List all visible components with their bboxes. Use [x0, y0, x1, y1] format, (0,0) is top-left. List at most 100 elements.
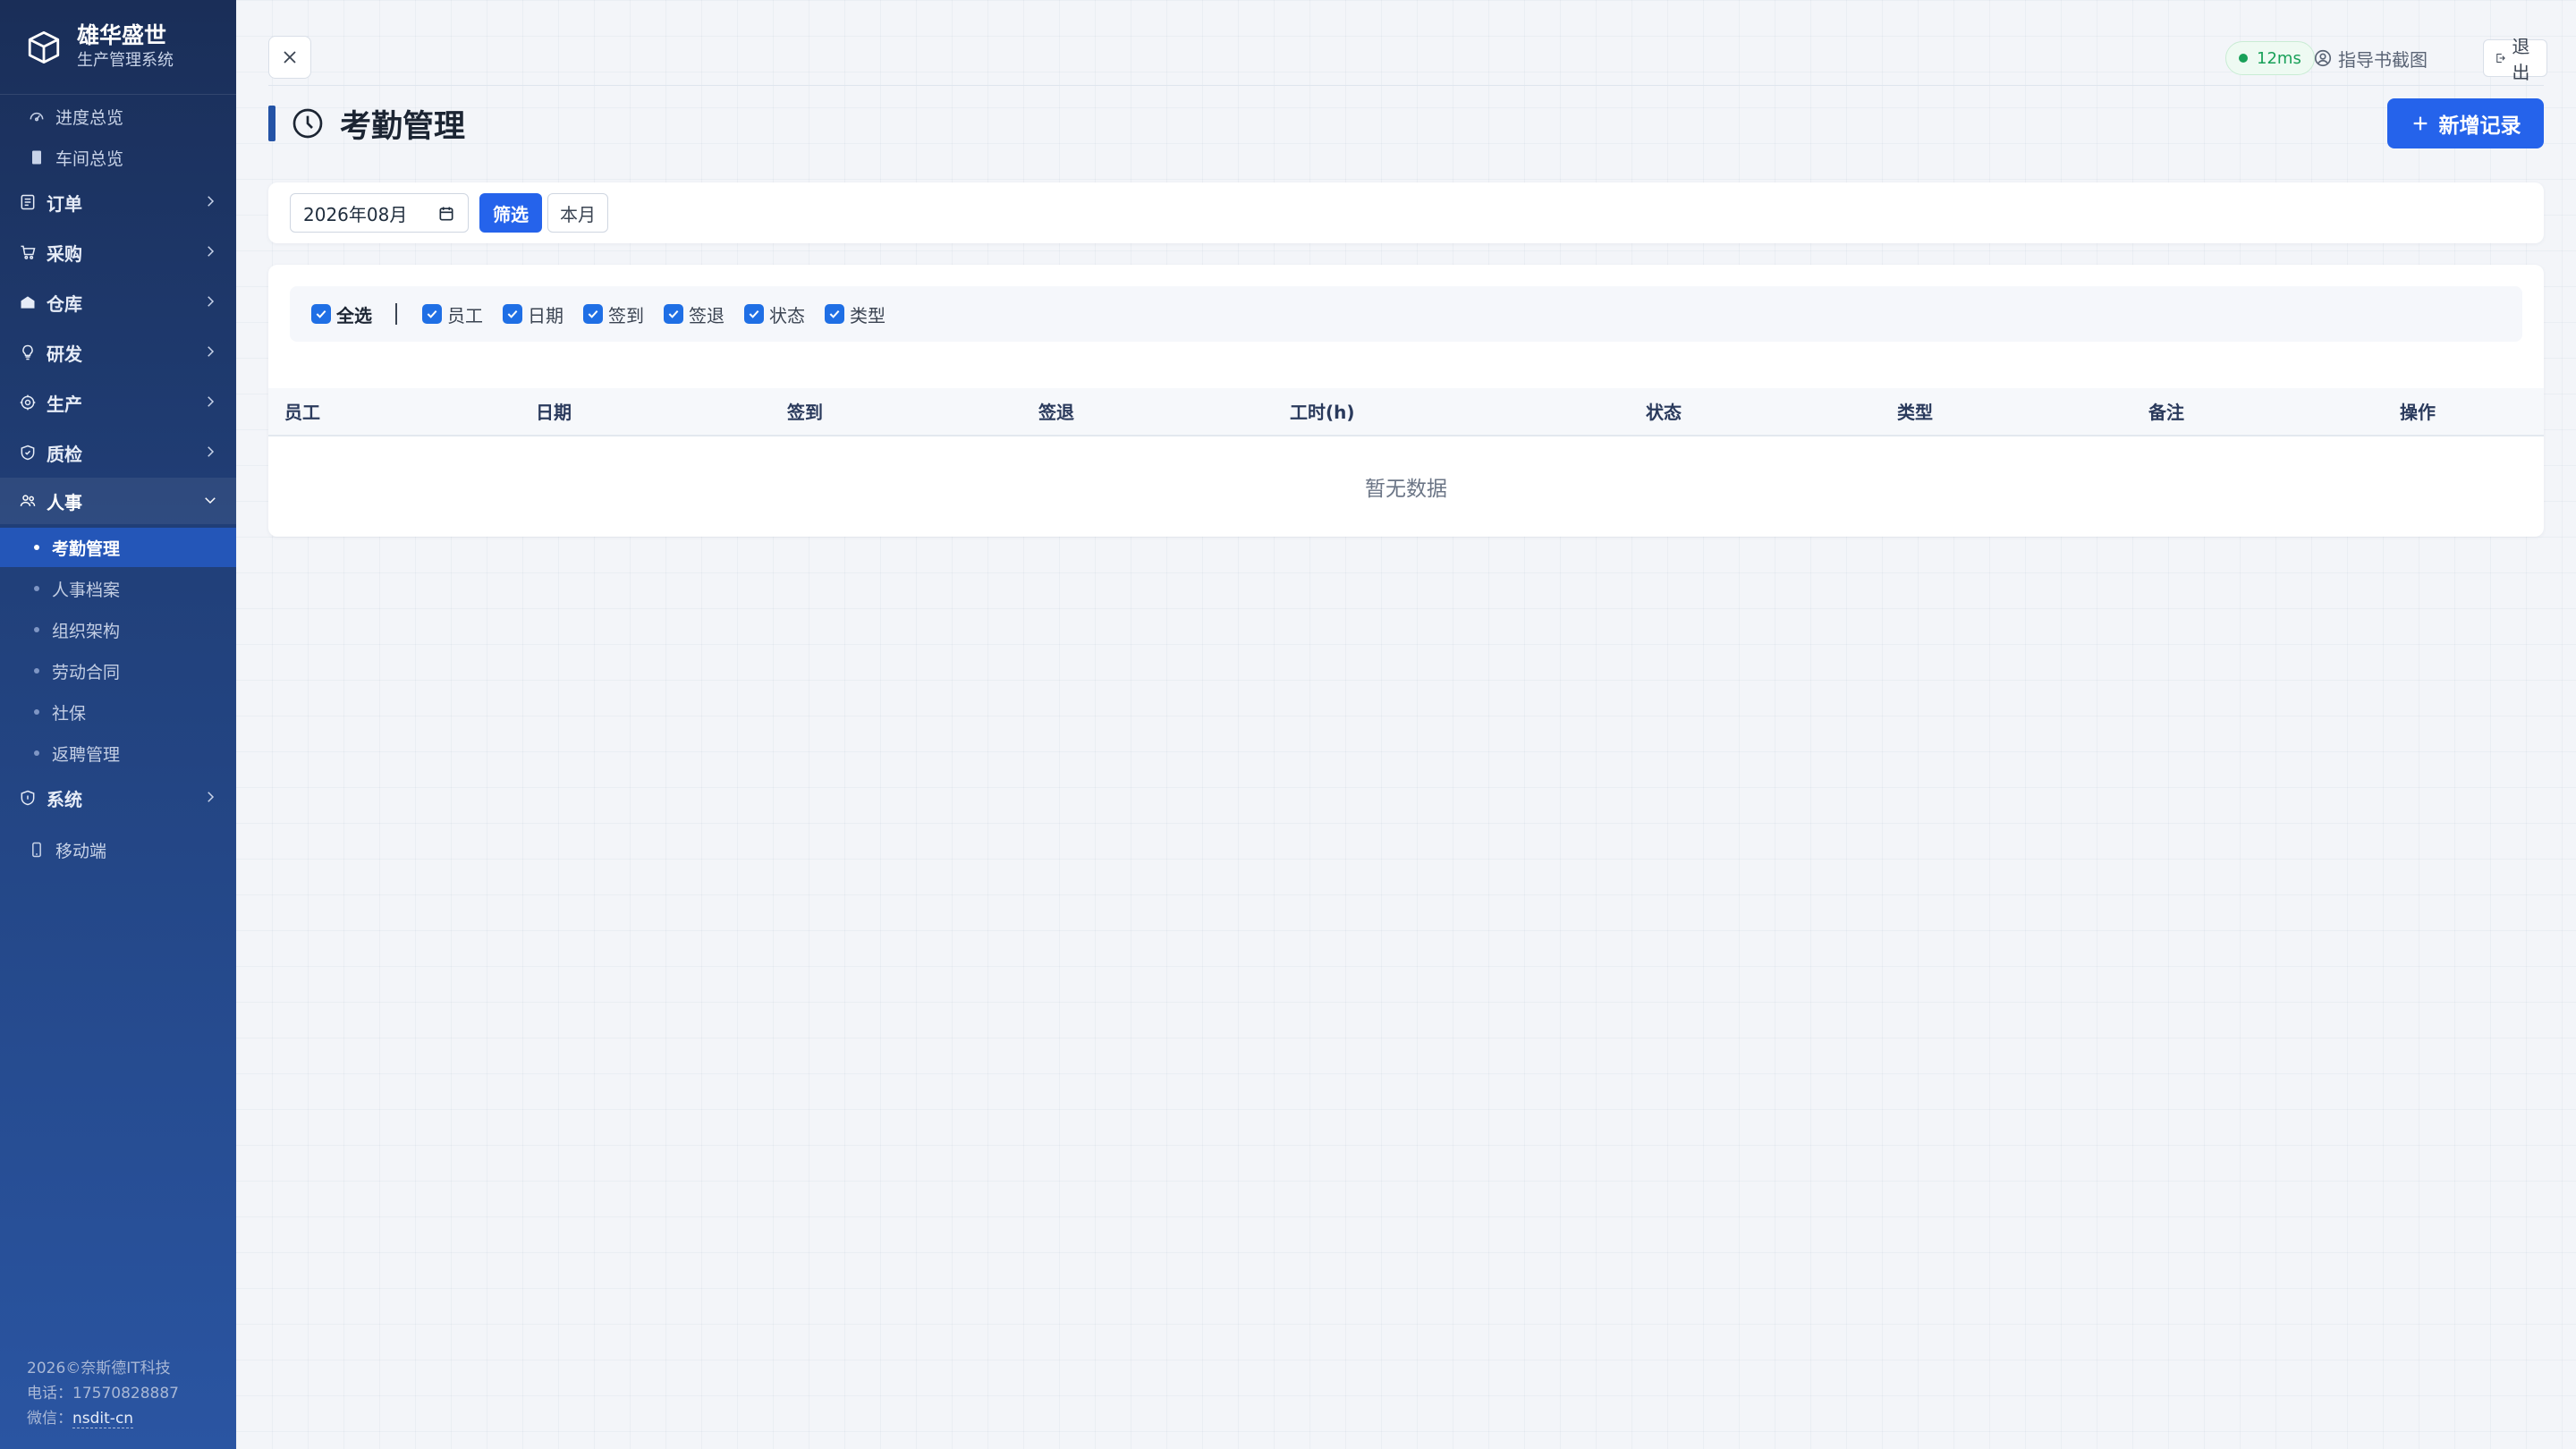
users-icon [18, 491, 38, 511]
sidebar-group-hr[interactable]: 人事 [0, 478, 236, 524]
list-icon [18, 192, 38, 212]
online-status-dot [2239, 54, 2248, 63]
sidebar-item-label: 返聘管理 [52, 744, 121, 765]
sidebar-item-workshop[interactable]: 车间总览 [0, 138, 236, 177]
checkbox-checked-icon [664, 304, 683, 324]
sidebar-item-label: 劳动合同 [52, 662, 121, 682]
sidebar-group-rnd[interactable]: 研发 [0, 329, 236, 376]
sidebar-item-rehire[interactable]: 返聘管理 [0, 733, 236, 773]
bullet-dot [34, 545, 39, 550]
main-content: 12ms 指导书截图 退出 考勤管理 新增记录 2026年08月 筛选 本月 全… [236, 0, 2576, 1449]
month-value: 2026年08月 [303, 203, 408, 225]
checkbox-label: 签到 [608, 304, 644, 326]
column-header-remark[interactable]: 备注 [2148, 388, 2184, 436]
attendance-table-card: 全选 员工 日期 签到 签退 状态 类型 员工 日期 签到 签退 工时(h) 状… [268, 265, 2544, 537]
plus-icon [2413, 116, 2427, 131]
column-header-checkin[interactable]: 签到 [787, 388, 823, 436]
shield-icon [18, 788, 38, 808]
sidebar-group-label: 采购 [47, 242, 82, 265]
sidebar-group-label: 订单 [47, 192, 82, 215]
page-title: 考勤管理 [340, 108, 466, 145]
chevron-right-icon [208, 396, 215, 407]
column-header-employee[interactable]: 员工 [284, 388, 320, 436]
column-header-hours[interactable]: 工时(h) [1290, 388, 1355, 436]
bullet-dot [34, 627, 39, 632]
brand-title: 雄华盛世 [77, 21, 167, 48]
logout-button[interactable]: 退出 [2483, 36, 2547, 83]
sidebar-item-labor-contract[interactable]: 劳动合同 [0, 651, 236, 691]
column-checkbox-checkout[interactable]: 签退 [664, 301, 724, 327]
this-month-button[interactable]: 本月 [547, 193, 608, 233]
column-header-type[interactable]: 类型 [1897, 388, 1933, 436]
column-header-date[interactable]: 日期 [536, 388, 572, 436]
phone-text: 电话：17570828887 [27, 1385, 179, 1402]
column-checkbox-checkin[interactable]: 签到 [583, 301, 644, 327]
sidebar-item-progress[interactable]: 进度总览 [0, 97, 236, 136]
checkbox-label: 状态 [769, 304, 805, 326]
sidebar-group-orders[interactable]: 订单 [0, 179, 236, 225]
calendar-icon[interactable] [437, 205, 455, 223]
chevron-right-icon [208, 346, 215, 357]
guide-screenshot-link[interactable]: 指导书截图 [2313, 43, 2428, 73]
close-icon [284, 51, 296, 64]
copyright-text: 2026©奈斯德IT科技 [27, 1360, 171, 1377]
logout-label: 退出 [2512, 36, 2530, 83]
sidebar-item-org-structure[interactable]: 组织架构 [0, 610, 236, 649]
bullet-dot [34, 709, 39, 715]
sidebar-group-label: 人事 [47, 491, 82, 513]
close-tab-button[interactable] [268, 36, 311, 79]
column-checkbox-status[interactable]: 状态 [744, 301, 805, 327]
sidebar-group-quality[interactable]: 质检 [0, 429, 236, 476]
sidebar-item-personnel-files[interactable]: 人事档案 [0, 569, 236, 608]
cart-icon [18, 242, 38, 262]
sidebar-group-purchase[interactable]: 采购 [0, 229, 236, 275]
lightbulb-icon [18, 343, 38, 362]
sidebar-group-label: 系统 [47, 788, 82, 810]
sidebar-item-social-insurance[interactable]: 社保 [0, 692, 236, 732]
checkbox-checked-icon [311, 304, 331, 324]
gauge-icon [27, 106, 47, 126]
wechat-label: 微信： [27, 1410, 72, 1428]
title-accent-bar [268, 106, 275, 141]
column-header-checkout[interactable]: 签退 [1038, 388, 1074, 436]
column-header-status[interactable]: 状态 [1646, 388, 1682, 436]
select-all-checkbox[interactable]: 全选 [311, 301, 372, 327]
chevron-right-icon [208, 246, 215, 257]
wechat-id-link[interactable]: nsdit-cn [72, 1410, 134, 1428]
bullet-dot [34, 668, 39, 674]
checkbox-label: 签退 [689, 304, 724, 326]
column-checkbox-employee[interactable]: 员工 [422, 301, 483, 327]
chevron-right-icon [208, 446, 215, 457]
sidebar-group-warehouse[interactable]: 仓库 [0, 279, 236, 326]
filter-button[interactable]: 筛选 [479, 193, 542, 233]
chevron-down-icon [205, 497, 216, 504]
latency-text: 12ms [2257, 48, 2301, 68]
month-picker-input[interactable]: 2026年08月 [290, 193, 469, 233]
gear-icon [18, 393, 38, 412]
sidebar-item-label: 车间总览 [55, 148, 124, 169]
column-toggle-bar: 全选 员工 日期 签到 签退 状态 类型 [290, 286, 2522, 342]
sidebar-item-label: 移动端 [55, 841, 107, 861]
add-record-button[interactable]: 新增记录 [2387, 98, 2544, 148]
sidebar-item-label: 人事档案 [52, 580, 121, 600]
shield-check-icon [18, 443, 38, 462]
brand: 雄华盛世 生产管理系统 [0, 0, 236, 95]
page-header: 考勤管理 [268, 102, 465, 145]
sidebar-group-label: 质检 [47, 443, 82, 465]
checkbox-label: 类型 [850, 304, 886, 326]
sidebar-item-label: 社保 [52, 703, 87, 724]
mobile-phone-icon [27, 840, 47, 860]
column-checkbox-type[interactable]: 类型 [825, 301, 886, 327]
sidebar-item-attendance[interactable]: 考勤管理 [0, 528, 236, 567]
sidebar-item-label: 考勤管理 [52, 538, 121, 559]
checkbox-checked-icon [744, 304, 764, 324]
empty-state-text: 暂无数据 [1365, 478, 1447, 501]
chevron-right-icon [208, 196, 215, 207]
checkbox-checked-icon [825, 304, 844, 324]
sidebar-item-mobile[interactable]: 移动端 [0, 830, 236, 869]
document-icon [27, 148, 47, 167]
checkbox-label: 日期 [528, 304, 564, 326]
sidebar-group-production[interactable]: 生产 [0, 379, 236, 426]
column-checkbox-date[interactable]: 日期 [503, 301, 564, 327]
sidebar-group-system[interactable]: 系统 [0, 775, 236, 821]
